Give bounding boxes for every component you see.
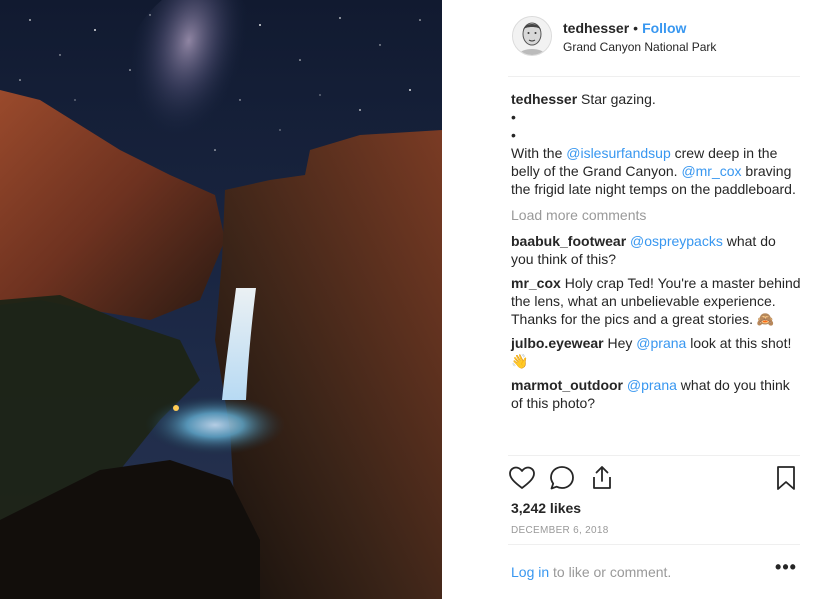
post-date: December 6, 2018: [511, 525, 609, 536]
comments-section: tedhesser Star gazing. • • With the @isl…: [511, 90, 801, 418]
mention-link[interactable]: @islesurfandsup: [566, 145, 671, 161]
post-sidebar: tedhesser • Follow Grand Canyon National P…: [442, 0, 820, 599]
night-canyon-waterfall-photo: [0, 0, 442, 599]
save-button[interactable]: [772, 464, 800, 492]
like-button[interactable]: [508, 464, 536, 492]
actions-divider: [508, 455, 800, 456]
mention-link[interactable]: @ospreypacks: [630, 233, 723, 249]
separator-dot: •: [633, 20, 639, 36]
caption-bullet: •: [511, 127, 516, 143]
caption-username[interactable]: tedhesser: [511, 91, 577, 107]
post-photo[interactable]: [0, 0, 442, 599]
profile-photo: [513, 17, 551, 55]
mention-link[interactable]: @prana: [636, 335, 686, 351]
login-prompt: Log in to like or comment.: [511, 564, 671, 580]
follow-button[interactable]: Follow: [642, 20, 686, 36]
share-button[interactable]: [588, 464, 616, 492]
comment: mr_cox Holy crap Ted! You're a master be…: [511, 274, 801, 328]
location-link[interactable]: Grand Canyon National Park: [563, 40, 716, 54]
heart-icon: [509, 466, 535, 489]
login-link[interactable]: Log in: [511, 564, 549, 580]
load-more-comments-button[interactable]: Load more comments: [511, 206, 801, 224]
comment-username[interactable]: baabuk_footwear: [511, 233, 626, 249]
bookmark-icon: [777, 466, 795, 490]
login-divider: [508, 544, 800, 545]
comment-username[interactable]: marmot_outdoor: [511, 377, 623, 393]
likes-count[interactable]: 3,242 likes: [511, 500, 581, 516]
avatar[interactable]: [512, 16, 552, 56]
share-icon: [593, 466, 611, 489]
comment: marmot_outdoor @prana what do you think …: [511, 376, 801, 412]
comment: julbo.eyewear Hey @prana look at this sh…: [511, 334, 801, 370]
caption-text: With the: [511, 145, 567, 161]
comment-username[interactable]: julbo.eyewear: [511, 335, 604, 351]
login-text: to like or comment.: [549, 564, 672, 580]
comment-button[interactable]: [548, 464, 576, 492]
comment-username[interactable]: mr_cox: [511, 275, 561, 291]
caption-bullet: •: [511, 109, 516, 125]
comment-icon: [550, 466, 574, 490]
comment-text: Hey: [603, 335, 637, 351]
mention-link[interactable]: @prana: [627, 377, 677, 393]
header-username[interactable]: tedhesser: [563, 20, 629, 36]
caption: tedhesser Star gazing. • • With the @isl…: [511, 90, 801, 198]
header-divider: [508, 76, 800, 77]
post-header: tedhesser • Follow Grand Canyon National P…: [442, 0, 820, 76]
more-options-icon[interactable]: •••: [774, 558, 798, 580]
header-user-row: tedhesser • Follow: [563, 20, 686, 36]
instagram-post: tedhesser • Follow Grand Canyon National P…: [0, 0, 820, 599]
comment: baabuk_footwear @ospreypacks what do you…: [511, 232, 801, 268]
mention-link[interactable]: @mr_cox: [681, 163, 741, 179]
caption-line1: Star gazing.: [581, 91, 656, 107]
